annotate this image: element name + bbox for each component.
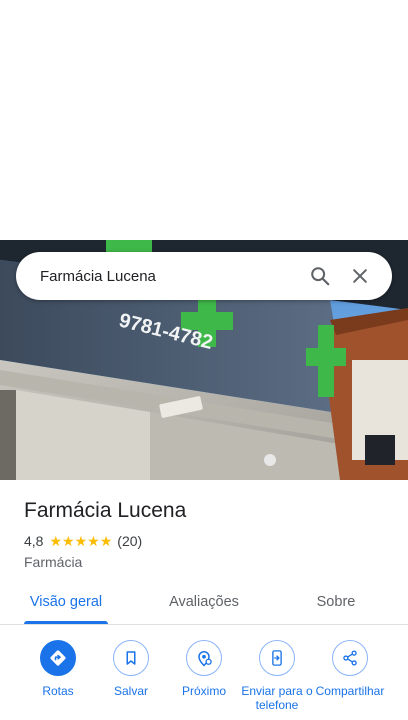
close-icon bbox=[353, 269, 367, 283]
review-count: (20) bbox=[117, 533, 143, 549]
star-icon: ★ bbox=[74, 533, 88, 549]
tab-bar: Visão geral Avaliações Sobre bbox=[0, 580, 408, 625]
tab-about[interactable]: Sobre bbox=[296, 580, 376, 624]
star-icon: ★ bbox=[49, 533, 63, 549]
rating-value: 4,8 bbox=[24, 533, 44, 549]
place-title: Farmácia Lucena bbox=[24, 499, 187, 522]
save-button[interactable]: Salvar bbox=[93, 640, 169, 698]
rating-stars: ★ ★ ★ ★ ★ bbox=[49, 534, 112, 548]
nearby-button[interactable]: Próximo bbox=[166, 640, 242, 698]
directions-label: Rotas bbox=[42, 684, 74, 698]
star-icon: ★ bbox=[62, 533, 75, 549]
bookmark-icon bbox=[126, 651, 136, 665]
directions-icon bbox=[50, 650, 66, 666]
map-area[interactable] bbox=[0, 0, 408, 240]
clear-search-button[interactable] bbox=[340, 256, 380, 296]
send-to-phone-button[interactable]: Enviar para o telefone bbox=[239, 640, 315, 712]
search-button[interactable] bbox=[300, 256, 340, 296]
nearby-icon bbox=[198, 651, 212, 667]
place-details-sheet: Farmácia Lucena 4,8 ★ ★ ★ ★ ★ (20) Farmá… bbox=[0, 480, 408, 720]
nearby-label: Próximo bbox=[181, 684, 226, 698]
share-button[interactable]: Compartilhar bbox=[312, 640, 388, 698]
active-tab-indicator bbox=[24, 621, 108, 624]
share-icon bbox=[343, 650, 357, 666]
send-to-phone-icon bbox=[272, 650, 282, 666]
rating-row[interactable]: 4,8 ★ ★ ★ ★ ★ (20) bbox=[24, 533, 142, 549]
place-category: Farmácia bbox=[24, 554, 83, 570]
save-label: Salvar bbox=[113, 684, 148, 698]
search-bar[interactable]: Farmácia Lucena bbox=[16, 252, 392, 300]
share-label: Compartilhar bbox=[315, 684, 385, 698]
send-to-phone-label: Enviar para o telefone bbox=[241, 684, 313, 712]
search-icon bbox=[311, 267, 330, 286]
action-buttons: Rotas Salvar Próximo Enviar para o telef… bbox=[0, 640, 408, 720]
tab-overview[interactable]: Visão geral bbox=[20, 580, 112, 624]
tab-reviews[interactable]: Avaliações bbox=[158, 580, 250, 624]
search-query-text[interactable]: Farmácia Lucena bbox=[40, 268, 300, 285]
directions-button[interactable]: Rotas bbox=[20, 640, 96, 698]
star-icon: ★ bbox=[87, 533, 100, 549]
star-icon: ★ bbox=[99, 533, 113, 549]
